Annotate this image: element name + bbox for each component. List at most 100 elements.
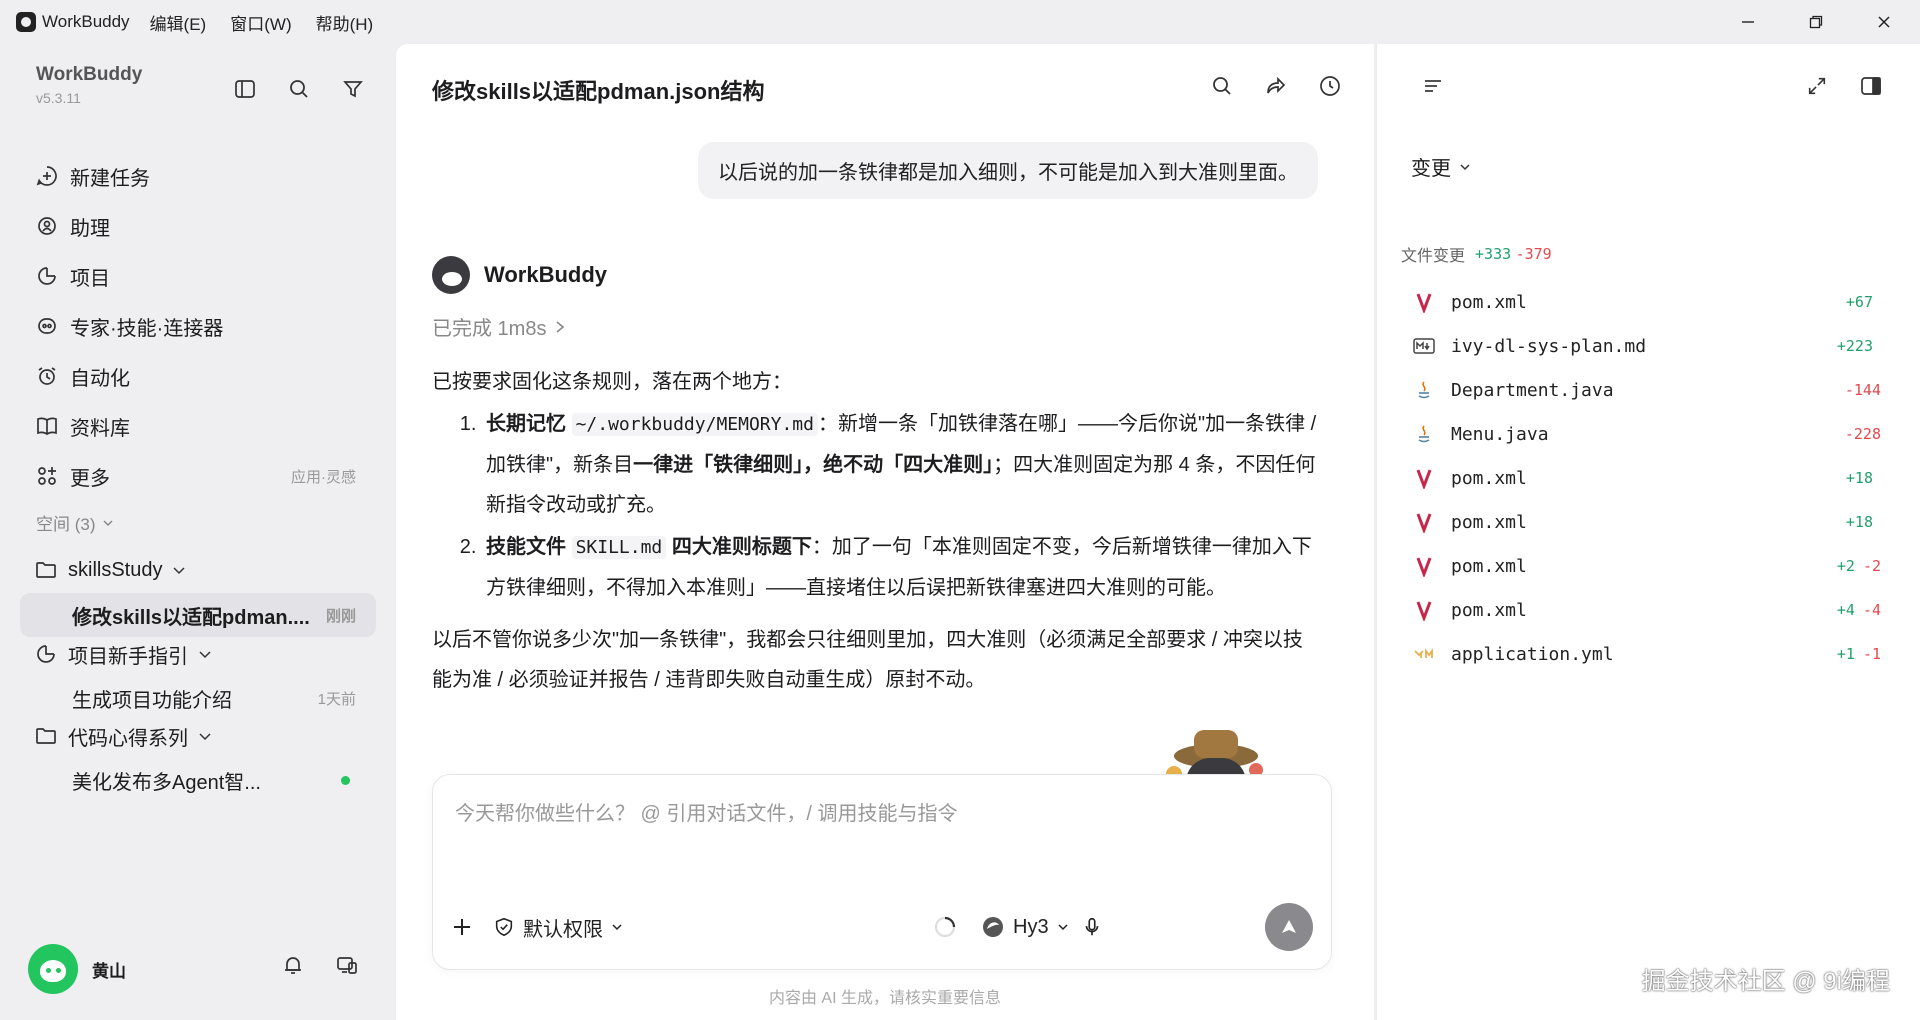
chevron-down-icon: [612, 924, 622, 931]
task-time: 1天前: [317, 690, 356, 708]
folder-icon: [36, 562, 56, 578]
java-icon: [1411, 421, 1437, 447]
menu-edit[interactable]: 编辑(E): [150, 10, 207, 35]
send-arrow-icon: [1282, 920, 1296, 933]
expert-icon: [34, 313, 60, 339]
folder-name: skillsStudy: [68, 558, 163, 581]
answer-list: 长期记忆 ~/.workbuddy/MEMORY.md：新增一条「加铁律落在哪」…: [432, 404, 1322, 608]
list-icon[interactable]: [1417, 70, 1449, 102]
file-added: +18: [1845, 469, 1873, 487]
nav-project[interactable]: 项目: [20, 254, 376, 298]
task-time: 刚刚: [325, 607, 356, 625]
chevron-right-icon: [556, 320, 565, 333]
menu-window[interactable]: 窗口(W): [230, 10, 291, 35]
answer-closing: 以后不管你说多少次"加一条铁律"，我都会只往细则里加，四大准则（必须满足全部要求…: [432, 629, 1303, 691]
add-attachment-button[interactable]: [451, 903, 473, 951]
file-row[interactable]: ivy-dl-sys-plan.md +223: [1401, 324, 1881, 368]
folder-name: 项目新手指引: [68, 645, 188, 668]
nav-hint: 应用·灵感: [291, 468, 356, 486]
answer-item: 长期记忆 ~/.workbuddy/MEMORY.md：新增一条「加铁律落在哪」…: [482, 404, 1322, 525]
file-added: +2: [1836, 557, 1855, 575]
folder-onboarding[interactable]: 项目新手指引: [34, 636, 212, 672]
file-row[interactable]: pom.xml +4 -4: [1401, 588, 1881, 632]
file-row[interactable]: pom.xml +18: [1401, 456, 1881, 500]
minimize-button[interactable]: [1718, 0, 1778, 44]
file-row[interactable]: Department.java -144: [1401, 368, 1881, 412]
bell-icon[interactable]: [278, 950, 308, 980]
file-name: application.yml: [1451, 643, 1614, 665]
chat-panel: 修改skills以适配pdman.json结构 以后说的加一条铁律都是加入细则，…: [396, 44, 1374, 1020]
nav-experts[interactable]: 专家·技能·连接器: [20, 304, 376, 348]
chat-input-box[interactable]: 今天帮你做些什么？ @ 引用对话文件，/ 调用技能与指令 默认权限 Hy3: [432, 774, 1332, 970]
file-row[interactable]: pom.xml +2 -2: [1401, 544, 1881, 588]
permission-dropdown[interactable]: 默认权限: [493, 903, 623, 951]
nav-automation[interactable]: 自动化: [20, 354, 376, 398]
close-button[interactable]: [1854, 0, 1914, 44]
app-logo-icon: [16, 12, 36, 32]
file-deleted: -4: [1862, 601, 1881, 619]
history-icon[interactable]: [1314, 70, 1346, 102]
send-button[interactable]: [1265, 903, 1313, 951]
file-name: Menu.java: [1451, 423, 1549, 445]
file-row[interactable]: pom.xml +67: [1401, 280, 1881, 324]
task-item[interactable]: 美化发布多Agent智...: [20, 758, 376, 802]
file-added: +1: [1836, 645, 1855, 663]
microphone-button[interactable]: [1081, 903, 1103, 951]
model-icon: [983, 917, 1003, 937]
task-item[interactable]: 生成项目功能介绍 1天前: [20, 676, 376, 720]
file-row[interactable]: Menu.java -228: [1401, 412, 1881, 456]
sidebar: WorkBuddy v5.3.11 新建任务 助理 项目 专家·技能·连接器 自…: [0, 44, 396, 1020]
nav-label: 专家·技能·连接器: [70, 317, 224, 340]
book-icon: [34, 413, 60, 439]
share-icon[interactable]: [1260, 70, 1292, 102]
nav-label: 自动化: [70, 367, 130, 390]
inline-code: ~/.workbuddy/MEMORY.md: [571, 413, 818, 436]
task-item-active[interactable]: 修改skills以适配pdman.... 刚刚: [20, 593, 376, 637]
search-icon[interactable]: [1206, 70, 1238, 102]
toggle-sidebar-icon[interactable]: [230, 74, 260, 104]
model-selector[interactable]: Hy3: [981, 903, 1069, 951]
task-title: 生成项目功能介绍: [72, 689, 232, 712]
answer-item: 技能文件 SKILL.md 四大准则标题下：加了一句「本准则固定不变，今后新增铁…: [482, 527, 1322, 608]
folder-code-notes[interactable]: 代码心得系列: [34, 718, 212, 754]
menu-help[interactable]: 帮助(H): [316, 10, 374, 35]
bot-name: WorkBuddy: [484, 262, 608, 287]
file-row[interactable]: pom.xml +18: [1401, 500, 1881, 544]
task-title: 美化发布多Agent智...: [72, 771, 261, 794]
restore-button[interactable]: [1786, 0, 1846, 44]
changes-summary: 文件变更 +333 -379: [1401, 242, 1552, 266]
filter-icon[interactable]: [338, 74, 368, 104]
search-icon[interactable]: [284, 74, 314, 104]
nav-more[interactable]: 更多 应用·灵感: [20, 454, 376, 498]
user-profile[interactable]: 黄山: [28, 944, 126, 994]
file-deleted: -144: [1844, 381, 1881, 399]
folder-icon: [36, 728, 56, 744]
spaces-header[interactable]: 空间 (3): [36, 510, 114, 535]
chevron-down-icon: [1460, 163, 1470, 170]
device-icon[interactable]: [332, 950, 362, 980]
project-icon: [34, 263, 60, 289]
nav-label: 助理: [70, 217, 110, 240]
brand: WorkBuddy v5.3.11: [36, 64, 142, 106]
alarm-icon: [34, 363, 60, 389]
item-heading: 长期记忆: [486, 413, 566, 435]
summary-added: +333: [1475, 244, 1512, 263]
chat-input-placeholder[interactable]: 今天帮你做些什么？ @ 引用对话文件，/ 调用技能与指令: [455, 797, 958, 826]
file-row[interactable]: application.yml +1 -1: [1401, 632, 1881, 676]
model-label: Hy3: [1013, 915, 1049, 938]
toggle-panel-icon[interactable]: [1855, 70, 1887, 102]
file-name: pom.xml: [1451, 511, 1527, 533]
changes-dropdown[interactable]: 变更: [1411, 152, 1471, 181]
changes-panel: 变更 文件变更 +333 -379 pom.xml +67 ivy-dl-sys…: [1376, 44, 1920, 1020]
permission-label: 默认权限: [523, 918, 603, 941]
bot-avatar: [432, 256, 470, 294]
java-icon: [1411, 377, 1437, 403]
status-toggle[interactable]: 已完成 1m8s: [432, 312, 566, 341]
status-text: 已完成 1m8s: [432, 318, 547, 340]
nav-new-task[interactable]: 新建任务: [20, 154, 376, 198]
expand-icon[interactable]: [1801, 70, 1833, 102]
user-name: 黄山: [92, 961, 126, 981]
nav-library[interactable]: 资料库: [20, 404, 376, 448]
folder-skillsstudy[interactable]: skillsStudy: [34, 552, 186, 588]
nav-assistant[interactable]: 助理: [20, 204, 376, 248]
